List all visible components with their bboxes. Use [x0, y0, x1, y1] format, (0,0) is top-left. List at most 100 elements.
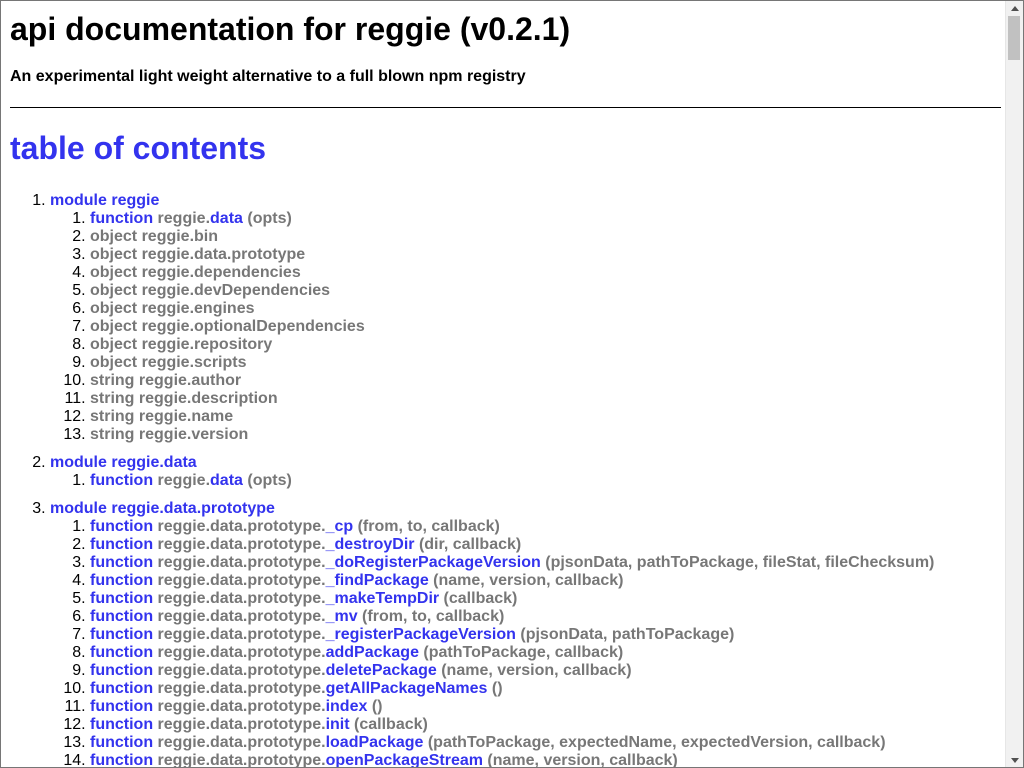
member-kind-keyword: function: [90, 644, 154, 661]
member-kind-keyword: function: [90, 752, 154, 768]
member-signature: (pathToPackage, callback): [418, 644, 624, 661]
member-item: function reggie.data.prototype._mv (from…: [90, 608, 1001, 626]
member-signature: (from, to, callback): [353, 518, 500, 535]
member-signature: (dir, callback): [414, 536, 522, 553]
member-link[interactable]: loadPackage: [326, 734, 424, 751]
member-signature: (opts): [242, 210, 292, 227]
member-path: reggie.data.prototype.: [157, 662, 326, 679]
member-path: object reggie.devDependencies: [90, 282, 331, 299]
member-link[interactable]: _destroyDir: [326, 536, 415, 553]
member-signature: (): [487, 680, 503, 697]
member-path: string reggie.name: [90, 408, 234, 425]
member-item: function reggie.data.prototype._doRegist…: [90, 554, 1001, 572]
member-path: reggie.data.prototype.: [157, 536, 326, 553]
member-item: object reggie.dependencies: [90, 264, 1001, 282]
page-subtitle: An experimental light weight alternative…: [10, 68, 526, 85]
member-link[interactable]: _mv: [326, 608, 358, 625]
member-item: string reggie.version: [90, 426, 1001, 444]
member-list: function reggie.data (opts): [50, 472, 1001, 490]
member-item: function reggie.data.prototype.getAllPac…: [90, 680, 1001, 698]
member-kind-keyword: function: [90, 608, 154, 625]
member-signature: (callback): [349, 716, 428, 733]
member-kind-keyword: function: [90, 554, 154, 571]
member-kind-keyword: function: [90, 734, 154, 751]
member-path: reggie.: [157, 472, 211, 489]
member-item: function reggie.data.prototype.loadPacka…: [90, 734, 1001, 752]
member-path: reggie.data.prototype.: [157, 734, 326, 751]
member-link[interactable]: data: [210, 210, 243, 227]
member-item: object reggie.engines: [90, 300, 1001, 318]
member-link[interactable]: init: [326, 716, 350, 733]
member-link[interactable]: getAllPackageNames: [326, 680, 488, 697]
vertical-scrollbar[interactable]: [1005, 1, 1023, 767]
toc-module-item: module reggie.data.prototypefunction reg…: [50, 500, 1001, 768]
member-signature: (opts): [242, 472, 292, 489]
member-item: string reggie.name: [90, 408, 1001, 426]
member-path: reggie.data.prototype.: [157, 716, 326, 733]
member-link[interactable]: _doRegisterPackageVersion: [326, 554, 541, 571]
member-item: object reggie.data.prototype: [90, 246, 1001, 264]
member-link[interactable]: deletePackage: [326, 662, 437, 679]
toc-heading: table of contents: [10, 130, 267, 166]
browser-viewport: api documentation for reggie (v0.2.1) An…: [0, 0, 1024, 768]
member-item: function reggie.data.prototype.index (): [90, 698, 1001, 716]
member-kind-keyword: function: [90, 680, 154, 697]
member-path: object reggie.scripts: [90, 354, 247, 371]
member-kind-keyword: function: [90, 698, 154, 715]
page-title: api documentation for reggie (v0.2.1): [10, 11, 571, 47]
member-path: object reggie.engines: [90, 300, 255, 317]
member-link[interactable]: openPackageStream: [326, 752, 483, 767]
member-item: object reggie.devDependencies: [90, 282, 1001, 300]
member-path: string reggie.description: [90, 390, 278, 407]
member-link[interactable]: _registerPackageVersion: [326, 626, 516, 643]
scroll-up-arrow-icon[interactable]: [1006, 1, 1023, 15]
member-link[interactable]: _findPackage: [326, 572, 429, 589]
scroll-down-arrow-icon[interactable]: [1006, 753, 1023, 767]
member-signature: (pjsonData, pathToPackage, fileStat, fil…: [540, 554, 935, 571]
member-link[interactable]: data: [210, 472, 243, 489]
member-path: object reggie.repository: [90, 336, 273, 353]
toc-module-item: module reggie.datafunction reggie.data (…: [50, 454, 1001, 490]
member-path: reggie.data.prototype.: [157, 752, 326, 768]
member-link[interactable]: _cp: [326, 518, 354, 535]
member-kind-keyword: function: [90, 210, 154, 227]
member-kind-keyword: function: [90, 536, 154, 553]
module-link[interactable]: module reggie.data: [50, 454, 197, 471]
member-item: function reggie.data (opts): [90, 472, 1001, 490]
member-path: reggie.data.prototype.: [157, 518, 326, 535]
member-list: function reggie.data.prototype._cp (from…: [50, 518, 1001, 768]
member-path: string reggie.author: [90, 372, 242, 389]
module-link[interactable]: module reggie.data.prototype: [50, 500, 275, 517]
member-kind-keyword: function: [90, 590, 154, 607]
member-kind-keyword: function: [90, 662, 154, 679]
member-item: string reggie.description: [90, 390, 1001, 408]
member-item: function reggie.data.prototype.openPacka…: [90, 752, 1001, 768]
member-path: reggie.data.prototype.: [157, 626, 326, 643]
member-path: reggie.data.prototype.: [157, 680, 326, 697]
toc-module-item: module reggiefunction reggie.data (opts)…: [50, 192, 1001, 444]
member-item: function reggie.data.prototype.init (cal…: [90, 716, 1001, 734]
member-signature: (name, version, callback): [436, 662, 632, 679]
member-item: object reggie.optionalDependencies: [90, 318, 1001, 336]
member-link[interactable]: index: [326, 698, 368, 715]
member-link[interactable]: _makeTempDir: [326, 590, 440, 607]
toc-module-list: module reggiefunction reggie.data (opts)…: [10, 192, 1001, 768]
member-item: function reggie.data.prototype._destroyD…: [90, 536, 1001, 554]
member-item: function reggie.data.prototype._register…: [90, 626, 1001, 644]
member-list: function reggie.data (opts)object reggie…: [50, 210, 1001, 444]
member-path: object reggie.bin: [90, 228, 219, 245]
member-path: reggie.data.prototype.: [157, 644, 326, 661]
member-path: reggie.: [157, 210, 211, 227]
member-path: reggie.data.prototype.: [157, 698, 326, 715]
member-item: object reggie.scripts: [90, 354, 1001, 372]
scroll-thumb[interactable]: [1008, 16, 1020, 60]
member-item: function reggie.data (opts): [90, 210, 1001, 228]
divider: [10, 107, 1001, 108]
member-link[interactable]: addPackage: [326, 644, 419, 661]
member-item: object reggie.bin: [90, 228, 1001, 246]
member-signature: (callback): [439, 590, 518, 607]
module-link[interactable]: module reggie: [50, 192, 159, 209]
member-signature: (pathToPackage, expectedName, expectedVe…: [423, 734, 886, 751]
member-item: string reggie.author: [90, 372, 1001, 390]
member-item: function reggie.data.prototype.deletePac…: [90, 662, 1001, 680]
